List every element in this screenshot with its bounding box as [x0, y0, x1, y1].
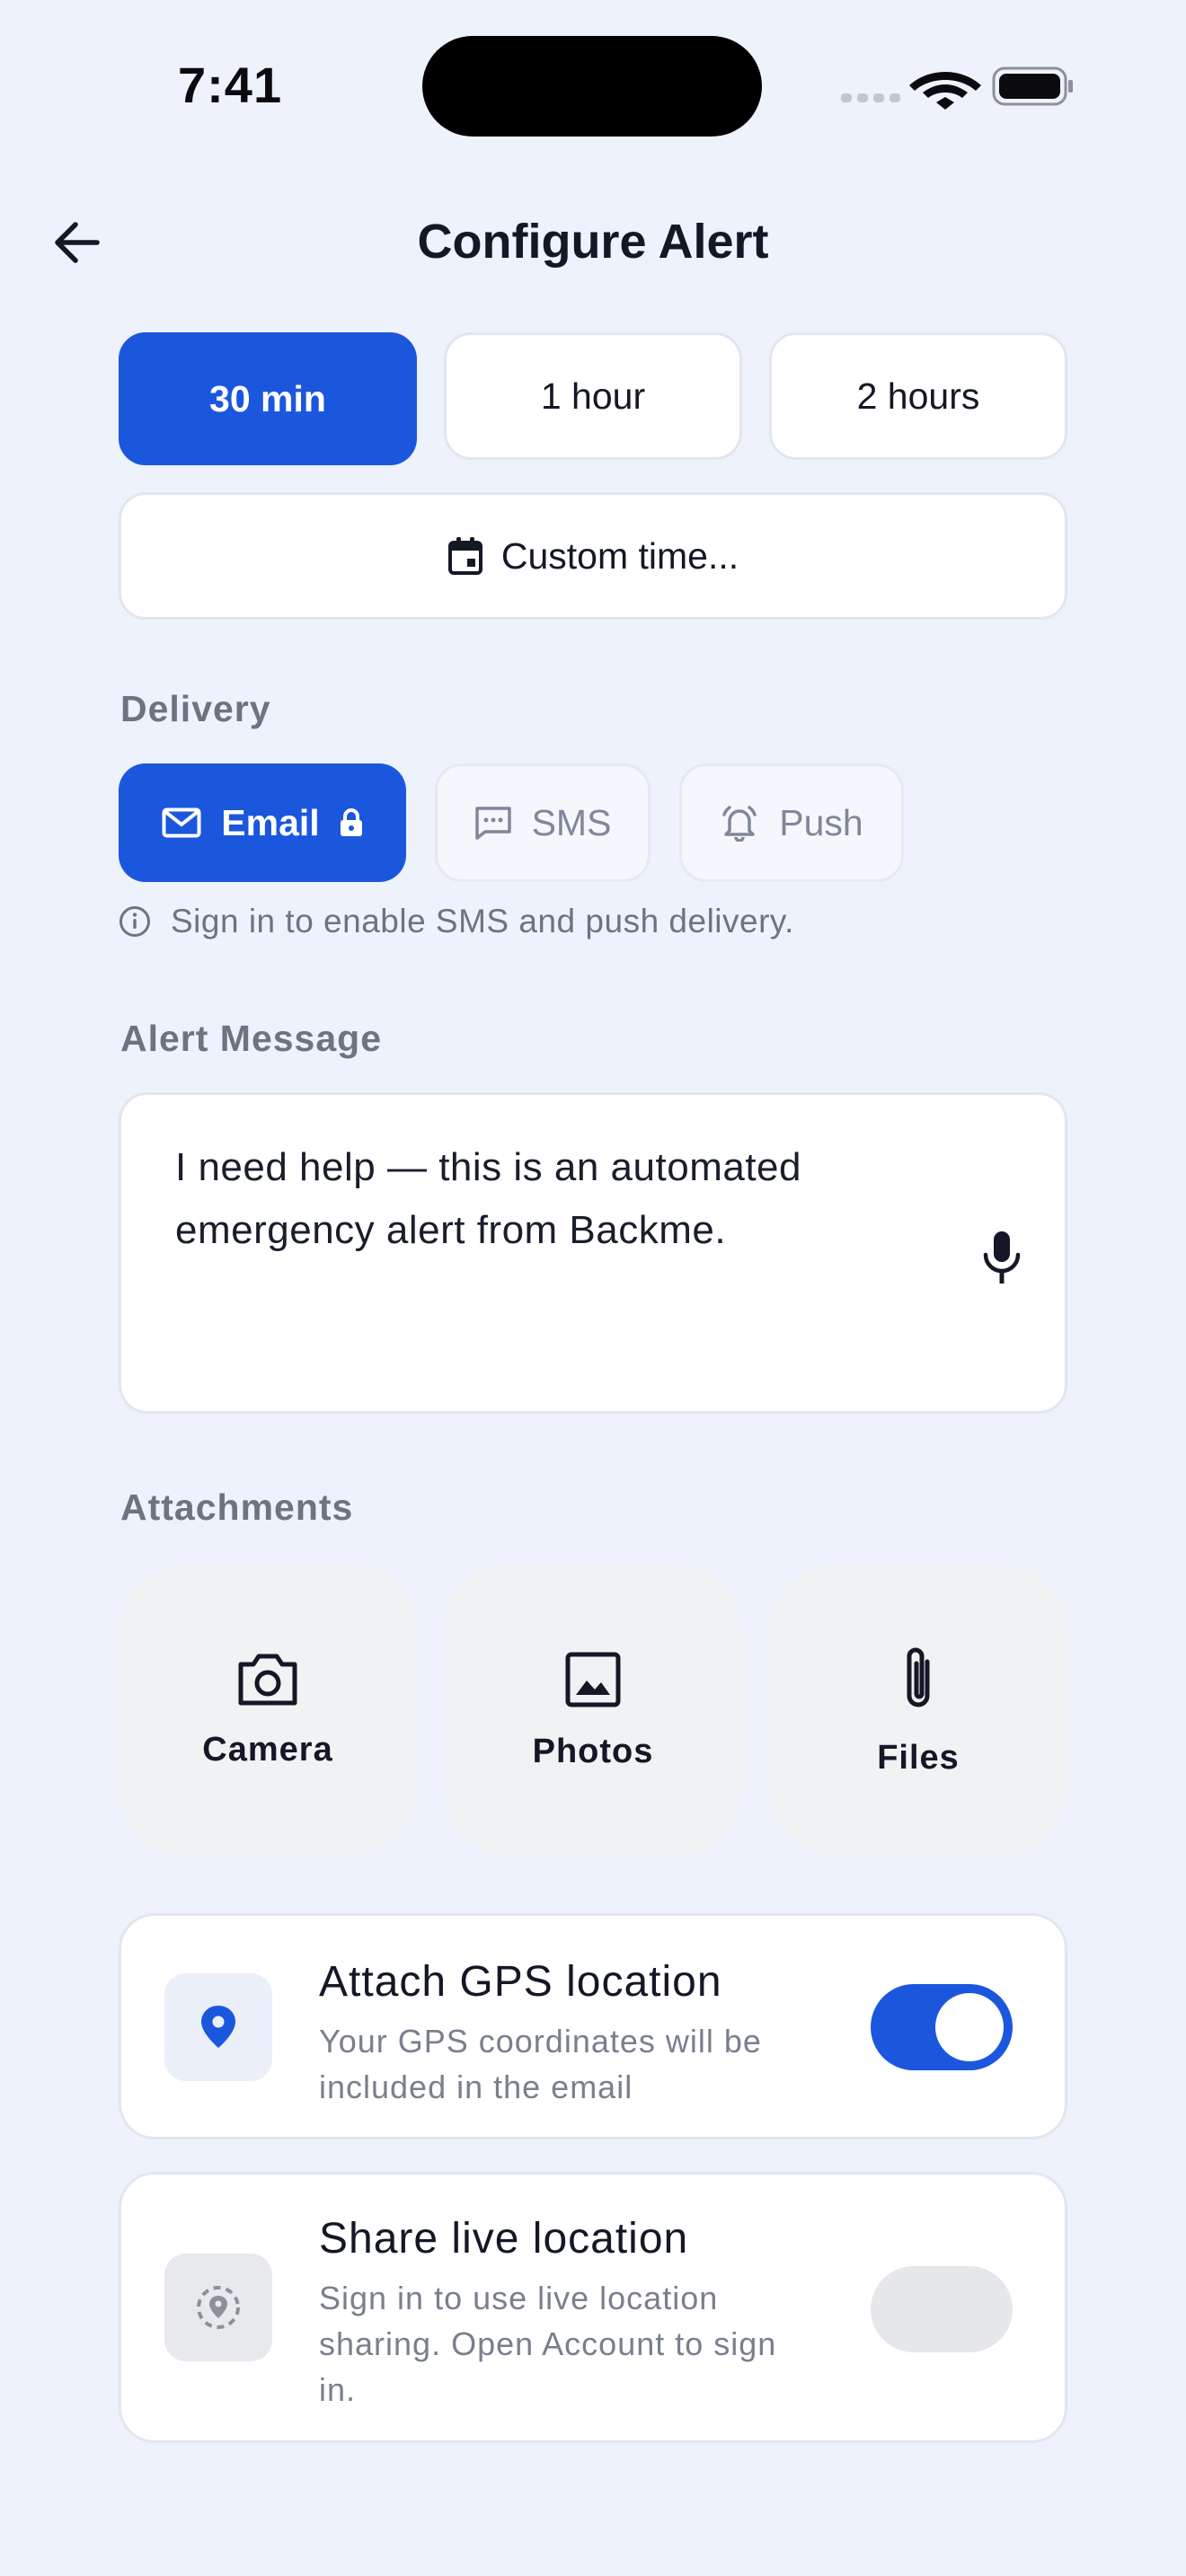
live-location-toggle[interactable]: [871, 2266, 1013, 2352]
delivery-sms-label: SMS: [531, 801, 612, 843]
files-label: Files: [877, 1738, 960, 1777]
dynamic-island: [422, 36, 762, 137]
bell-ring-icon: [722, 806, 757, 842]
delivery-push-button[interactable]: Push: [679, 763, 904, 882]
delivery-push-label: Push: [779, 801, 863, 843]
battery-icon: [992, 66, 1073, 106]
live-location-icon: [197, 2286, 240, 2329]
signal-icon: [841, 93, 900, 102]
page-title: Configure Alert: [417, 215, 769, 269]
microphone-icon: [983, 1231, 1021, 1284]
microphone-button[interactable]: [975, 1228, 1029, 1291]
files-attachment-button[interactable]: Files: [769, 1563, 1067, 1857]
status-time: 7:41: [178, 57, 283, 113]
mail-icon: [162, 807, 201, 838]
image-icon: [565, 1652, 621, 1707]
gps-toggle[interactable]: [871, 1984, 1013, 2070]
delivery-sms-button[interactable]: SMS: [435, 763, 651, 882]
live-location-title: Share live location: [319, 2215, 689, 2263]
camera-label: Camera: [202, 1730, 333, 1769]
toggle-knob: [935, 1993, 1004, 2061]
lock-icon: [340, 808, 362, 836]
location-pin-icon: [201, 2006, 235, 2048]
gps-location-card: Attach GPS location Your GPS coordinates…: [119, 1913, 1067, 2139]
duration-30min-button[interactable]: 30 min: [119, 332, 417, 465]
alert-message-text[interactable]: I need help — this is an automated emerg…: [175, 1136, 948, 1262]
live-location-description: Sign in to use live location sharing. Op…: [319, 2280, 777, 2408]
delivery-hint-text: Sign in to enable SMS and push delivery.: [171, 903, 794, 940]
custom-time-button[interactable]: Custom time...: [119, 492, 1067, 620]
gps-title: Attach GPS location: [319, 1958, 722, 2006]
delivery-email-button[interactable]: Email: [119, 763, 406, 882]
alert-message-input[interactable]: I need help — this is an automated emerg…: [119, 1092, 1067, 1414]
paperclip-icon: [907, 1647, 930, 1707]
camera-attachment-button[interactable]: Camera: [119, 1563, 417, 1857]
live-location-icon-box: [164, 2254, 272, 2361]
delivery-email-label: Email: [221, 801, 320, 843]
camera-icon: [238, 1654, 297, 1705]
calendar-icon: [447, 537, 482, 575]
duration-2hours-button[interactable]: 2 hours: [769, 332, 1067, 460]
delivery-section-label: Delivery: [120, 688, 271, 729]
status-icons: [841, 65, 1075, 110]
custom-time-label: Custom time...: [500, 534, 739, 577]
gps-description: Your GPS coordinates will be included in…: [319, 2023, 762, 2105]
duration-1hour-button[interactable]: 1 hour: [444, 332, 742, 460]
delivery-hint: Sign in to enable SMS and push delivery.: [119, 903, 794, 940]
message-icon: [474, 807, 511, 840]
info-icon: [119, 906, 150, 937]
photos-label: Photos: [532, 1732, 654, 1770]
gps-icon-box: [164, 1973, 272, 2081]
attachments-section-label: Attachments: [120, 1486, 354, 1528]
message-section-label: Alert Message: [120, 1018, 383, 1059]
wifi-icon: [909, 72, 981, 110]
photos-attachment-button[interactable]: Photos: [444, 1563, 742, 1857]
live-location-card: Share live location Sign in to use live …: [119, 2172, 1067, 2443]
